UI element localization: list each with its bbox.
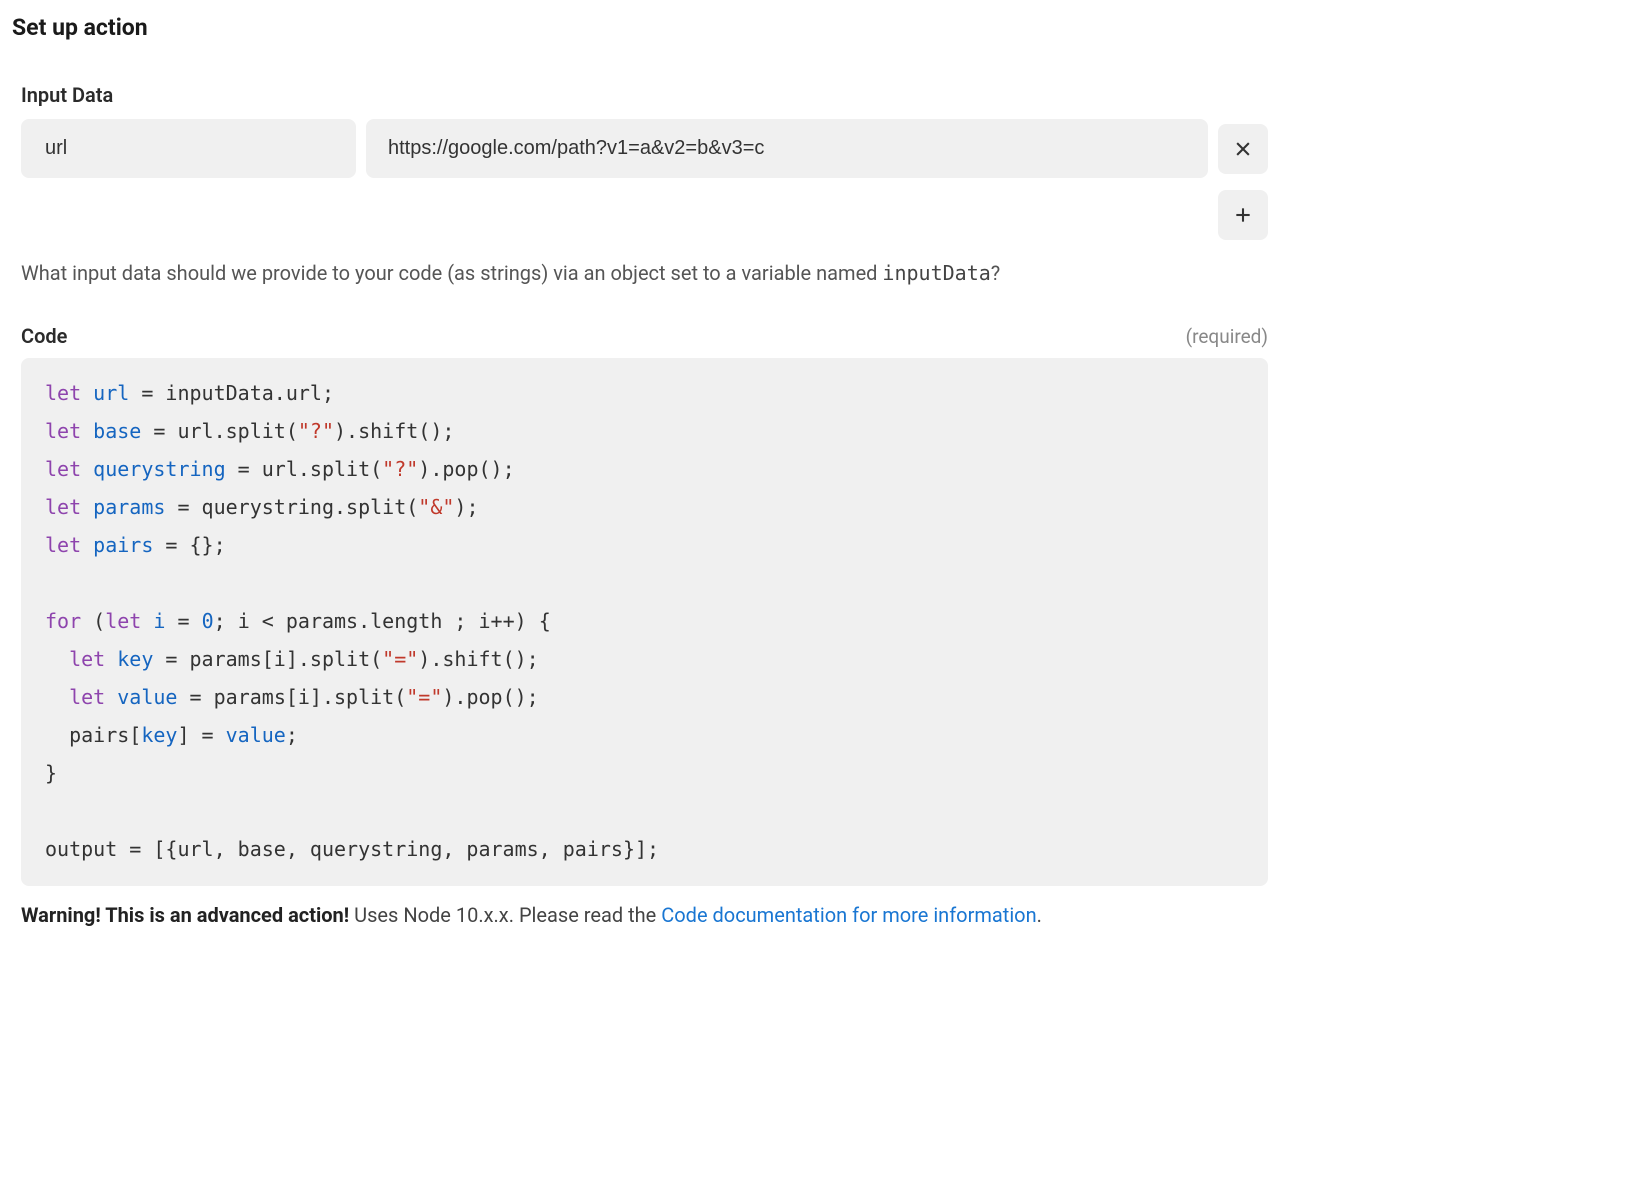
- input-data-row: [21, 119, 1268, 178]
- warning-end: .: [1037, 903, 1042, 927]
- code-label: Code: [21, 324, 67, 348]
- help-text: What input data should we provide to you…: [21, 258, 1268, 288]
- help-text-code: inputData: [882, 261, 990, 285]
- warning-text: Warning! This is an advanced action! Use…: [21, 900, 1268, 930]
- page-title: Set up action: [12, 14, 1268, 41]
- input-data-label: Input Data: [21, 83, 1268, 107]
- required-label: (required): [1186, 325, 1268, 348]
- code-docs-link[interactable]: Code documentation for more information: [661, 903, 1036, 927]
- plus-icon: [1233, 205, 1253, 225]
- help-text-suffix: ?: [991, 261, 1000, 285]
- code-editor[interactable]: let url = inputData.url; let base = url.…: [21, 358, 1268, 886]
- remove-row-button[interactable]: [1218, 124, 1268, 174]
- warning-middle: Uses Node 10.x.x. Please read the: [349, 903, 661, 927]
- help-text-prefix: What input data should we provide to you…: [21, 261, 882, 285]
- input-value-field[interactable]: [366, 119, 1208, 178]
- warning-strong: Warning! This is an advanced action!: [21, 903, 349, 927]
- close-icon: [1233, 139, 1253, 159]
- input-key-field[interactable]: [21, 119, 356, 178]
- add-row-button[interactable]: [1218, 190, 1268, 240]
